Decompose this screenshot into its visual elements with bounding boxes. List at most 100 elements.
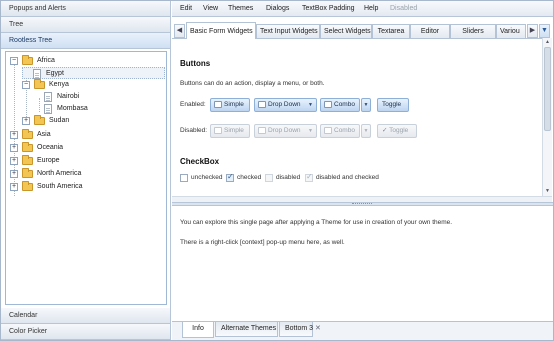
checkbox-disabled-label: disabled xyxy=(276,174,301,181)
combo-dropdown-arrow-icon[interactable]: ▼ xyxy=(361,98,371,112)
close-icon[interactable]: ✕ xyxy=(315,324,321,332)
scroll-up-icon[interactable]: ▲ xyxy=(544,39,551,46)
checkbox-disabled-checked xyxy=(305,172,313,182)
enabled-label: Enabled: xyxy=(180,101,206,108)
menu-bar: Edit View Themes Dialogs TextBox Padding… xyxy=(172,1,553,17)
accordion-rootless-tree[interactable]: Rootless Tree xyxy=(1,33,170,49)
button-icon xyxy=(258,100,266,108)
expand-icon[interactable]: + xyxy=(10,170,18,178)
simple-button-disabled-label: Simple xyxy=(224,127,244,134)
accordion-popups-alerts[interactable]: Popups and Alerts xyxy=(1,1,170,17)
rootless-tree: − Africa Egypt − Kenya Nairobi Mombasa + xyxy=(5,51,167,305)
tree-node-kenya[interactable]: − Kenya xyxy=(20,79,160,91)
tab-various[interactable]: Variou xyxy=(496,24,526,38)
checkbox-disabled-checked-label: disabled and checked xyxy=(316,174,379,181)
tab-editor[interactable]: Editor xyxy=(410,24,450,38)
tab-menu-icon[interactable]: ▼ xyxy=(539,24,550,38)
checkbox-disabled xyxy=(265,174,273,182)
left-accordion: Popups and Alerts Tree Rootless Tree − A… xyxy=(1,1,171,340)
checkbox-checked[interactable] xyxy=(226,172,234,182)
menu-view[interactable]: View xyxy=(203,1,218,17)
menu-dialogs[interactable]: Dialogs xyxy=(266,1,289,17)
menu-edit[interactable]: Edit xyxy=(180,1,192,17)
combo-button[interactable]: Combo xyxy=(320,98,360,112)
tree-node-egypt[interactable]: Egypt xyxy=(22,67,165,79)
combo-button-disabled: Combo xyxy=(320,124,360,138)
folder-icon xyxy=(22,155,33,165)
accordion-tree[interactable]: Tree xyxy=(1,17,170,33)
button-icon xyxy=(214,126,222,134)
document-icon xyxy=(44,92,52,102)
tree-node-nairobi[interactable]: Nairobi xyxy=(40,91,150,103)
buttons-description: Buttons can do an action, display a menu… xyxy=(180,80,325,87)
tree-node-asia[interactable]: + Asia xyxy=(8,129,158,141)
info-text-line2: There is a right-click [context] pop-up … xyxy=(180,239,345,246)
tree-label: Asia xyxy=(37,131,51,138)
drop-down-button[interactable]: Drop Down ▼ xyxy=(254,98,317,112)
info-text-line1: You can explore this single page after a… xyxy=(180,219,453,226)
tree-node-mombasa[interactable]: Mombasa xyxy=(40,103,150,115)
accordion-calendar[interactable]: Calendar xyxy=(1,308,170,324)
simple-button[interactable]: Simple xyxy=(210,98,250,112)
expand-icon[interactable]: + xyxy=(10,183,18,191)
buttons-heading: Buttons xyxy=(180,59,211,68)
drop-down-button-disabled: Drop Down ▼ xyxy=(254,124,317,138)
tab-sliders[interactable]: Sliders xyxy=(450,24,496,38)
folder-icon xyxy=(34,115,45,125)
tree-node-north-america[interactable]: + North America xyxy=(8,168,158,180)
tab-select-widgets[interactable]: Select Widgets xyxy=(320,24,372,38)
expand-icon[interactable]: + xyxy=(10,157,18,165)
folder-icon xyxy=(22,142,33,152)
basic-form-widgets-pane: Buttons Buttons can do an action, displa… xyxy=(172,38,542,196)
checkbox-unchecked[interactable] xyxy=(180,174,188,182)
tab-bottom-3[interactable]: Bottom 3 xyxy=(279,322,313,337)
menu-textbox-padding[interactable]: TextBox Padding xyxy=(302,1,355,17)
scroll-down-icon[interactable]: ▼ xyxy=(544,188,551,195)
expand-icon[interactable]: + xyxy=(22,117,30,125)
folder-icon xyxy=(22,168,33,178)
button-icon xyxy=(258,126,266,134)
tree-node-europe[interactable]: + Europe xyxy=(8,155,158,167)
folder-open-icon xyxy=(34,79,45,89)
expand-icon[interactable]: + xyxy=(10,144,18,152)
drop-down-button-label: Drop Down xyxy=(268,101,301,108)
button-icon xyxy=(324,126,332,134)
toggle-button-disabled-label: Toggle xyxy=(389,127,409,134)
drop-down-button-disabled-label: Drop Down xyxy=(268,127,301,134)
simple-button-disabled: Simple xyxy=(210,124,250,138)
tree-label: Kenya xyxy=(49,81,69,88)
tree-label: North America xyxy=(37,170,82,177)
menu-themes[interactable]: Themes xyxy=(228,1,253,17)
checkbox-heading: CheckBox xyxy=(180,157,220,166)
folder-open-icon xyxy=(22,55,33,65)
chevron-down-icon: ▼ xyxy=(308,102,313,108)
tab-info[interactable]: Info xyxy=(182,322,214,338)
menu-help[interactable]: Help xyxy=(364,1,378,17)
tab-scroll-left-icon[interactable]: ◀ xyxy=(174,24,185,38)
button-icon xyxy=(324,100,332,108)
checkbox-checked-label: checked xyxy=(237,174,262,181)
toggle-button[interactable]: Toggle xyxy=(377,98,409,112)
accordion-color-picker[interactable]: Color Picker xyxy=(1,324,170,340)
tab-scroll-right-icon[interactable]: ▶ xyxy=(527,24,538,38)
collapse-icon[interactable]: − xyxy=(22,81,30,89)
tab-text-input-widgets[interactable]: Text Input Widgets xyxy=(256,24,320,38)
checkbox-unchecked-label: unchecked xyxy=(191,174,223,181)
toggle-button-disabled: ✓ Toggle xyxy=(377,124,417,138)
vertical-scrollbar[interactable]: ▲ ▼ xyxy=(542,38,552,196)
scrollbar-thumb[interactable] xyxy=(544,47,551,131)
folder-icon xyxy=(22,181,33,191)
tree-node-africa[interactable]: − Africa xyxy=(8,55,158,67)
tab-alternate-themes[interactable]: Alternate Themes xyxy=(215,322,278,337)
combo-dropdown-arrow-icon: ▼ xyxy=(361,124,371,138)
tree-label: South America xyxy=(37,183,83,190)
info-pane: You can explore this single page after a… xyxy=(172,206,553,321)
collapse-icon[interactable]: − xyxy=(10,57,18,65)
tree-node-south-america[interactable]: + South America xyxy=(8,181,158,193)
tab-basic-form-widgets[interactable]: Basic Form Widgets xyxy=(186,22,256,39)
folder-icon xyxy=(22,129,33,139)
tree-node-oceania[interactable]: + Oceania xyxy=(8,142,158,154)
expand-icon[interactable]: + xyxy=(10,131,18,139)
tree-node-sudan[interactable]: + Sudan xyxy=(20,115,160,127)
tab-textarea[interactable]: Textarea xyxy=(372,24,410,38)
